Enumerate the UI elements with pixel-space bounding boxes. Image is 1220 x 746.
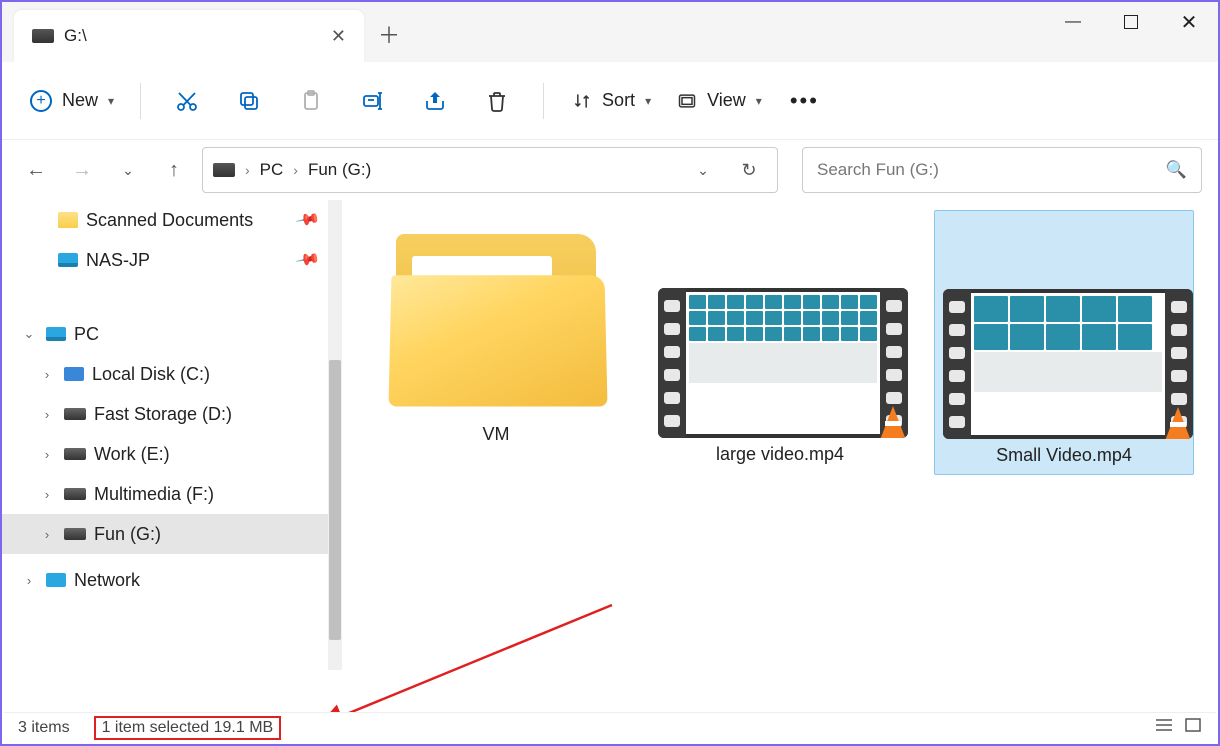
delete-button[interactable]	[471, 81, 523, 121]
folder-icon	[386, 228, 606, 418]
chevron-right-icon[interactable]: ›	[245, 162, 250, 178]
chevron-right-icon[interactable]: ›	[38, 487, 56, 502]
chevron-right-icon[interactable]: ›	[293, 162, 298, 178]
sidebar-item-pc[interactable]: ⌄ PC	[2, 314, 342, 354]
chevron-down-icon: ▾	[645, 94, 651, 108]
back-button[interactable]: ←	[18, 152, 54, 188]
folder-icon	[58, 212, 78, 228]
drive-icon	[64, 488, 86, 500]
chevron-right-icon[interactable]: ›	[20, 573, 38, 588]
main-area: Scanned Documents 📌 NAS-JP 📌 ⌄ PC › Loca…	[2, 200, 1218, 728]
pc-icon	[46, 327, 66, 341]
status-selection: 1 item selected 19.1 MB	[94, 716, 282, 740]
cut-button[interactable]	[161, 81, 213, 121]
sidebar-item-network[interactable]: › Network	[2, 560, 342, 600]
sidebar: Scanned Documents 📌 NAS-JP 📌 ⌄ PC › Loca…	[2, 200, 342, 728]
share-button[interactable]	[409, 81, 461, 121]
drive-icon	[32, 29, 54, 43]
up-button[interactable]: ↑	[156, 152, 192, 188]
nav-bar: ← → ⌄ ↑ › PC › Fun (G:) ⌄ ↻ Search Fun (…	[2, 140, 1218, 200]
folder-item[interactable]: VM	[366, 210, 626, 453]
sidebar-item-scanned-documents[interactable]: Scanned Documents 📌	[2, 200, 342, 240]
address-bar[interactable]: › PC › Fun (G:) ⌄ ↻	[202, 147, 778, 193]
monitor-icon	[58, 253, 78, 267]
drive-icon	[64, 367, 84, 381]
chevron-down-icon[interactable]: ⌄	[20, 326, 38, 342]
new-tab-button[interactable]: ＋	[378, 18, 400, 50]
pin-icon[interactable]: 📌	[294, 206, 322, 234]
search-input[interactable]: Search Fun (G:) 🔍	[802, 147, 1202, 193]
search-placeholder: Search Fun (G:)	[817, 160, 939, 180]
chevron-down-icon: ▾	[756, 94, 762, 108]
pin-icon[interactable]: 📌	[294, 246, 322, 274]
scrollbar-thumb[interactable]	[329, 360, 341, 640]
sidebar-item-fun-g[interactable]: › Fun (G:)	[2, 514, 342, 554]
network-icon	[46, 573, 66, 587]
details-view-button[interactable]	[1154, 717, 1174, 738]
tab-current[interactable]: G:\ ✕	[14, 10, 364, 62]
scrollbar[interactable]	[328, 200, 342, 670]
maximize-button[interactable]	[1102, 2, 1160, 42]
tab-close-button[interactable]: ✕	[331, 26, 346, 47]
search-icon: 🔍	[1166, 160, 1187, 180]
video-item[interactable]: large video.mp4	[650, 210, 910, 473]
icons-view-button[interactable]	[1184, 717, 1202, 738]
file-grid[interactable]: VM large video.mp4	[342, 200, 1218, 728]
plus-icon: +	[30, 90, 52, 112]
vlc-cone-icon	[874, 402, 908, 438]
recent-button[interactable]: ⌄	[110, 152, 146, 188]
chevron-right-icon[interactable]: ›	[38, 367, 56, 382]
title-bar: G:\ ✕ ＋ — ✕	[2, 2, 1218, 62]
sidebar-item-multimedia-f[interactable]: › Multimedia (F:)	[2, 474, 342, 514]
forward-button[interactable]: →	[64, 152, 100, 188]
drive-icon	[64, 528, 86, 540]
refresh-button[interactable]: ↻	[731, 152, 767, 188]
vlc-cone-icon	[1159, 403, 1193, 439]
breadcrumb-pc[interactable]: PC	[260, 160, 284, 180]
breadcrumb-drive[interactable]: Fun (G:)	[308, 160, 371, 180]
chevron-right-icon[interactable]: ›	[38, 447, 56, 462]
paste-button[interactable]	[285, 81, 337, 121]
tab-title: G:\	[64, 26, 87, 46]
window-controls: — ✕	[1044, 2, 1218, 42]
chevron-right-icon[interactable]: ›	[38, 527, 56, 542]
chevron-right-icon[interactable]: ›	[38, 407, 56, 422]
sidebar-item-nas-jp[interactable]: NAS-JP 📌	[2, 240, 342, 280]
new-button[interactable]: + New ▾	[24, 82, 120, 120]
status-bar: 3 items 1 item selected 19.1 MB	[4, 712, 1216, 742]
drive-icon	[64, 408, 86, 420]
minimize-button[interactable]: —	[1044, 2, 1102, 42]
close-window-button[interactable]: ✕	[1160, 2, 1218, 42]
more-button[interactable]: •••	[780, 88, 829, 114]
sidebar-item-work-e[interactable]: › Work (E:)	[2, 434, 342, 474]
video-thumbnail-icon	[943, 289, 1193, 439]
copy-button[interactable]	[223, 81, 275, 121]
history-chevron-icon[interactable]: ⌄	[685, 152, 721, 188]
video-item-selected[interactable]: Small Video.mp4	[934, 210, 1194, 475]
sidebar-item-local-disk-c[interactable]: › Local Disk (C:)	[2, 354, 342, 394]
rename-button[interactable]	[347, 81, 399, 121]
drive-icon	[64, 448, 86, 460]
view-button[interactable]: View ▾	[669, 90, 770, 111]
toolbar: + New ▾ Sort ▾ View ▾ •••	[2, 62, 1218, 140]
sort-button[interactable]: Sort ▾	[564, 90, 659, 111]
chevron-down-icon: ▾	[108, 94, 114, 108]
sidebar-item-fast-storage-d[interactable]: › Fast Storage (D:)	[2, 394, 342, 434]
drive-icon	[213, 163, 235, 177]
status-item-count: 3 items	[18, 719, 70, 737]
video-thumbnail-icon	[658, 288, 908, 438]
